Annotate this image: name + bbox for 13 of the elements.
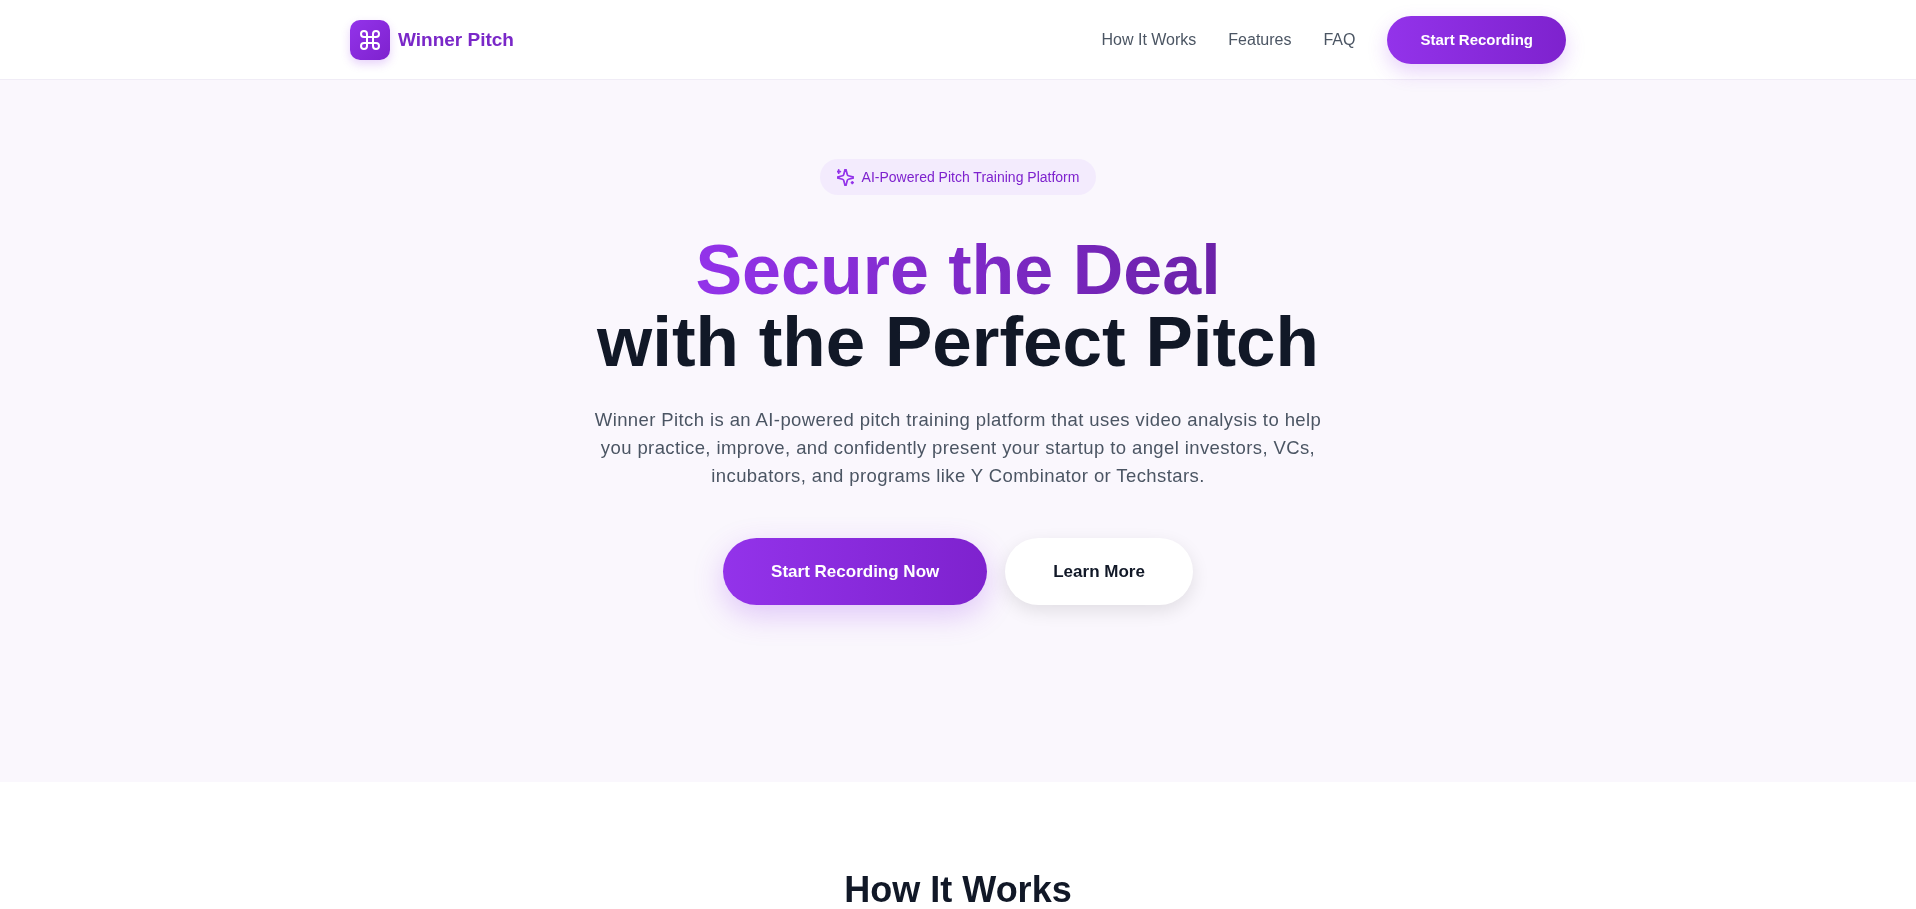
nav-link[interactable]: FAQ <box>1323 27 1356 52</box>
start-recording-button[interactable]: Start Recording Now <box>723 538 988 605</box>
section-heading: How It Works <box>844 872 1072 908</box>
brand-name[interactable]: Winner Pitch <box>398 27 514 52</box>
badge-label: AI-Powered Pitch Training Platform <box>861 168 1080 187</box>
nav-link[interactable]: Features <box>1228 27 1292 52</box>
hero-description: Winner Pitch is an AI-powered pitch training platform that uses video analysis to help you practice, improve, and confidently present your startup to angel investors, VCs, incubators, and programs like Y Combinator or Techstars. <box>593 408 1323 488</box>
learn-more-button[interactable]: Learn More <box>1005 538 1193 605</box>
command-key-icon[interactable] <box>350 19 390 60</box>
nav-link[interactable]: How It Works <box>1101 27 1197 52</box>
sparkles-icon <box>836 168 854 186</box>
headline: with the Perfect Pitch <box>597 306 1319 378</box>
start-recording-button[interactable]: Start Recording <box>1387 15 1566 64</box>
